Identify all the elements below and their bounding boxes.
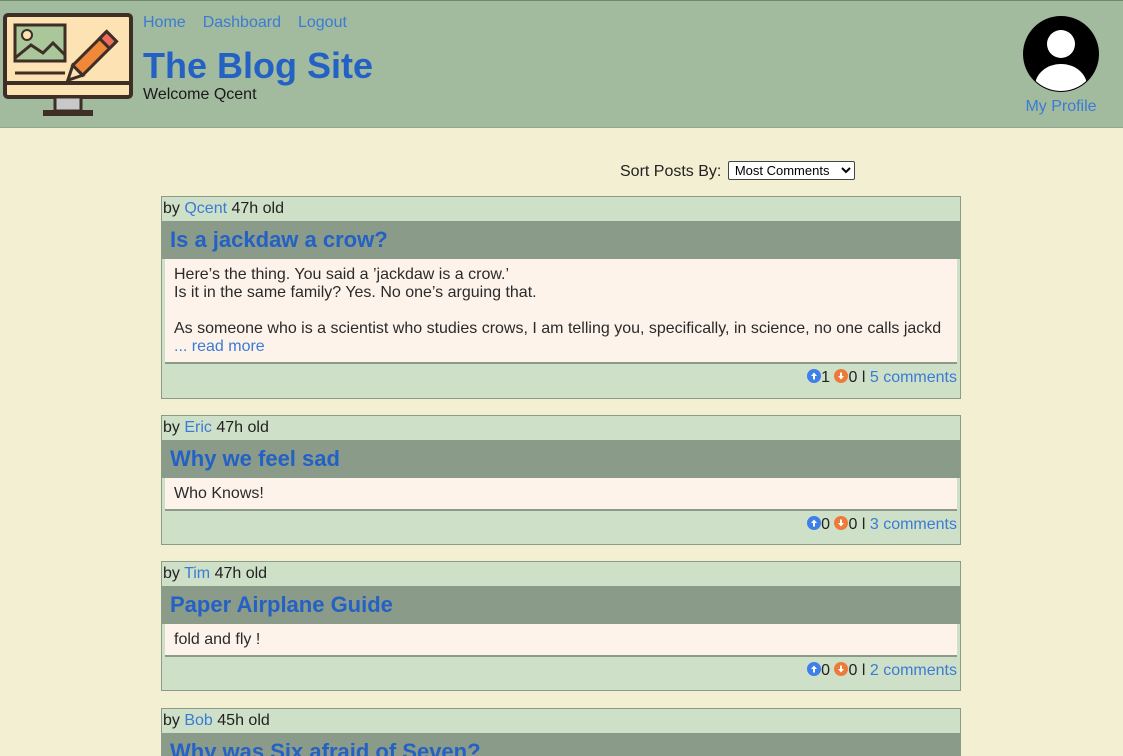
post-body-line: fold and fly ! — [174, 631, 261, 648]
post-body-line: As someone who is a scientist who studie… — [174, 320, 942, 337]
post-age: 47h old — [214, 565, 268, 582]
downvote-count: 0 — [848, 369, 858, 386]
post-body-line: ... read more — [174, 338, 948, 356]
comments-link[interactable]: 3 comments — [870, 516, 957, 533]
downvote-icon[interactable] — [834, 662, 849, 676]
nav-dashboard-link[interactable]: Dashboard — [203, 14, 281, 31]
post-by-label: by — [163, 565, 180, 582]
downvote-icon[interactable] — [834, 516, 849, 530]
post-footer: 1 0 l 5 comments — [162, 364, 960, 392]
post-body: fold and fly ! — [165, 624, 957, 657]
post-meta: by Bob 45h old — [162, 709, 960, 733]
downvote-count: 0 — [848, 662, 858, 679]
post-age: 47h old — [231, 200, 285, 217]
post-body-spacer — [174, 302, 948, 320]
post-title[interactable]: Is a jackdaw a crow? — [162, 221, 960, 259]
post-footer: 0 0 l 2 comments — [162, 657, 960, 685]
post-age: 45h old — [217, 712, 270, 729]
post-title[interactable]: Why we feel sad — [162, 440, 960, 478]
welcome-message: Welcome Qcent — [143, 86, 257, 103]
upvote-icon[interactable] — [807, 516, 822, 530]
post-by-label: by — [163, 200, 180, 217]
footer-separator: l — [861, 516, 866, 533]
nav-home-link[interactable]: Home — [143, 14, 186, 31]
post-meta: by Tim 47h old — [162, 562, 960, 586]
read-more-link[interactable]: ... read more — [174, 338, 265, 355]
post-body-line: Here’s the thing. You said a ’jackdaw is… — [174, 266, 510, 283]
upvote-count: 0 — [821, 662, 831, 679]
post-title[interactable]: Why was Six afraid of Seven? — [162, 733, 960, 756]
post-meta: by Qcent 47h old — [162, 197, 960, 221]
post-author-link[interactable]: Bob — [184, 712, 212, 729]
footer-separator: l — [861, 369, 866, 386]
post-age: 47h old — [216, 419, 269, 436]
site-header: Home Dashboard Logout The Blog Site Welcom… — [0, 0, 1123, 128]
post-body-line: Is it in the same family? Yes. No one’s … — [174, 284, 537, 301]
post-title[interactable]: Paper Airplane Guide — [162, 586, 960, 624]
post-by-label: by — [163, 712, 180, 729]
upvote-count: 1 — [821, 369, 831, 386]
post-card: by Bob 45h old Why was Six afraid of Sev… — [161, 708, 961, 756]
post-footer: 0 0 l 3 comments — [162, 511, 960, 539]
sort-label: Sort Posts By: — [620, 163, 722, 180]
post-author-link[interactable]: Qcent — [184, 200, 227, 217]
post-card: by Qcent 47h old Is a jackdaw a crow? He… — [161, 196, 961, 399]
blog-logo-icon[interactable] — [3, 13, 134, 119]
downvote-icon[interactable] — [834, 369, 849, 383]
post-by-label: by — [163, 419, 180, 436]
upvote-icon[interactable] — [807, 369, 822, 383]
sort-select[interactable]: Most Comments — [727, 161, 855, 180]
user-avatar-icon[interactable] — [1021, 14, 1101, 94]
post-body: Who Knows! — [165, 478, 957, 511]
upvote-icon[interactable] — [807, 662, 822, 676]
post-author-link[interactable]: Tim — [184, 565, 210, 582]
footer-separator: l — [861, 662, 866, 679]
downvote-count: 0 — [848, 516, 858, 533]
my-profile-label[interactable]: My Profile — [1020, 98, 1102, 116]
post-meta: by Eric 47h old — [162, 416, 960, 440]
comments-link[interactable]: 2 comments — [870, 662, 957, 679]
sort-control: Sort Posts By: Most Comments — [620, 161, 855, 181]
post-body-line: Who Knows! — [174, 485, 264, 502]
nav-logout-link[interactable]: Logout — [298, 14, 347, 31]
my-profile-link[interactable]: My Profile — [1020, 14, 1102, 116]
post-card: by Tim 47h old Paper Airplane Guide fold… — [161, 561, 961, 691]
post-card: by Eric 47h old Why we feel sad Who Know… — [161, 415, 961, 545]
site-title: The Blog Site — [143, 45, 374, 86]
top-nav: Home Dashboard Logout — [143, 14, 364, 32]
post-author-link[interactable]: Eric — [184, 419, 212, 436]
comments-link[interactable]: 5 comments — [870, 369, 957, 386]
post-body: Here’s the thing. You said a ’jackdaw is… — [165, 259, 957, 364]
upvote-count: 0 — [821, 516, 831, 533]
